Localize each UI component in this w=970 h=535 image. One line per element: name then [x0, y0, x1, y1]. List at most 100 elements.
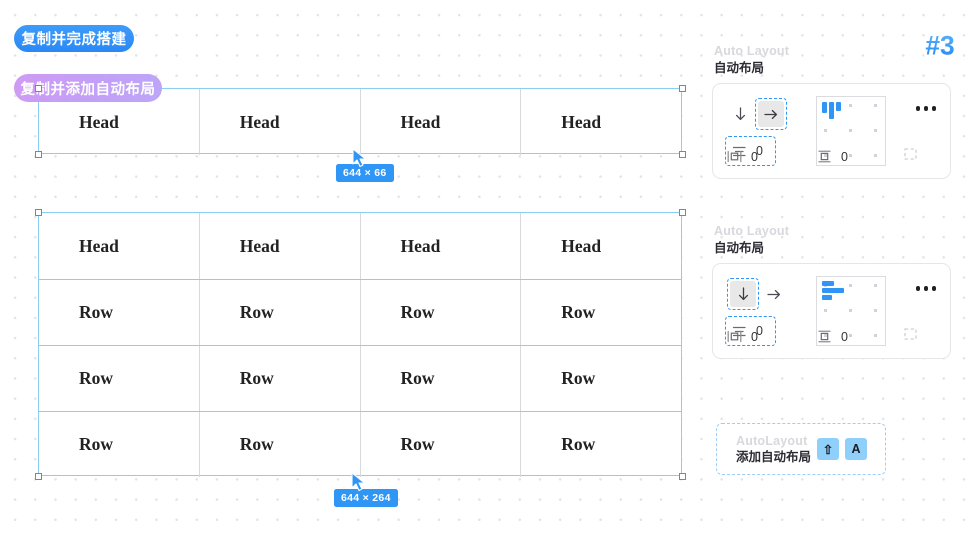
- cursor-pointer-icon: [352, 148, 367, 168]
- selection-handle-top-left[interactable]: [35, 209, 42, 216]
- add-auto-layout-card[interactable]: AutoLayout 添加自动布局 ⇧ A: [716, 423, 886, 475]
- direction-controls: [727, 278, 787, 310]
- direction-vertical-button[interactable]: [730, 281, 756, 307]
- direction-horizontal-button[interactable]: [758, 101, 784, 127]
- table-cell: Row: [198, 280, 360, 345]
- alignment-preview-bar: [822, 288, 844, 293]
- table-cell: Head: [79, 235, 119, 256]
- selection-handle-bottom-left[interactable]: [35, 151, 42, 158]
- table-cell: Row: [520, 280, 681, 345]
- table-cell: Row: [359, 280, 521, 345]
- alignment-preview-bar: [822, 295, 832, 300]
- direction-horizontal-selected-outline: [755, 98, 787, 130]
- more-horizontal-icon[interactable]: [915, 106, 936, 111]
- selection-handle-top-right[interactable]: [679, 85, 686, 92]
- padding-horizontal-icon: [727, 150, 742, 163]
- padding-horizontal-icon: [727, 330, 742, 343]
- shortcut-key-a[interactable]: A: [845, 438, 867, 460]
- auto-layout-card: 0 0 0: [712, 263, 951, 359]
- table-cell: Head: [359, 89, 521, 155]
- more-horizontal-icon[interactable]: [915, 286, 936, 291]
- padding-vertical-value: 0: [841, 149, 848, 164]
- table-cell: Row: [520, 346, 681, 411]
- inspector-panel: #3 #3 Auto Layout 自动布局 0 0 0 Auto Layout…: [712, 0, 970, 535]
- selection-handle-bottom-right[interactable]: [679, 151, 686, 158]
- shortcut-keys: ⇧ A: [817, 438, 867, 460]
- arrow-down-icon: [738, 287, 748, 301]
- alignment-dot[interactable]: [874, 284, 877, 287]
- padding-horizontal-field[interactable]: 0: [727, 330, 817, 344]
- padding-vertical-field[interactable]: 0: [817, 150, 903, 164]
- table-cell: Head: [359, 213, 521, 279]
- direction-vertical-selected-outline: [727, 278, 759, 310]
- table-cell: Head: [520, 89, 681, 155]
- section-auto-layout-horizontal: Auto Layout 自动布局 0 0 0: [712, 45, 952, 179]
- alignment-dot[interactable]: [874, 309, 877, 312]
- padding-vertical-value: 0: [841, 329, 848, 344]
- table-cell: Head: [198, 213, 360, 279]
- padding-horizontal-field[interactable]: 0: [727, 150, 817, 164]
- cursor-pointer-icon: [351, 472, 366, 492]
- add-auto-layout-labels: AutoLayout 添加自动布局: [736, 435, 811, 463]
- alignment-preview-bar: [836, 102, 841, 111]
- table-cell: Row: [79, 368, 114, 388]
- padding-vertical-icon: [818, 330, 831, 343]
- table-cell: Row: [359, 346, 521, 411]
- direction-controls: [727, 98, 787, 130]
- direction-horizontal-button[interactable]: [761, 281, 787, 307]
- section-auto-layout-vertical: Auto Layout 自动布局 0 0 0: [712, 225, 952, 359]
- table-row: Row Row Row Row: [39, 411, 681, 477]
- table-cell: Row: [198, 346, 360, 411]
- table-cell: Row: [520, 412, 681, 477]
- clip-content-icon: [904, 148, 917, 160]
- clip-content-icon: [904, 328, 917, 340]
- direction-vertical-button[interactable]: [727, 101, 753, 127]
- padding-vertical-field[interactable]: 0: [817, 330, 903, 344]
- auto-layout-card: 0 0 0: [712, 83, 951, 179]
- alignment-preview-bar: [829, 102, 834, 119]
- badge-copy-build: 复制并完成搭建: [14, 25, 134, 52]
- alignment-dot[interactable]: [849, 129, 852, 132]
- alignment-dot[interactable]: [849, 309, 852, 312]
- table-row: Row Row Row Row: [39, 279, 681, 345]
- add-auto-layout-title: 添加自动布局: [736, 449, 812, 464]
- table-cell: Row: [79, 302, 114, 322]
- table-cell: Head: [520, 213, 681, 279]
- section-title: 自动布局: [714, 240, 765, 255]
- padding-horizontal-value: 0: [751, 149, 758, 164]
- alignment-dot[interactable]: [874, 104, 877, 107]
- svg-text:#3: #3: [925, 31, 954, 61]
- padding-vertical-icon: [818, 150, 831, 163]
- step-number-badge: #3 #3: [923, 28, 958, 63]
- padding-controls: 0 0: [727, 327, 933, 346]
- alignment-dot[interactable]: [824, 309, 827, 312]
- table-full[interactable]: Head Head Head Head Row Row Row Row Row …: [38, 212, 682, 477]
- table-cell: Row: [359, 412, 521, 477]
- table-cell: Head: [198, 89, 360, 155]
- badge-copy-build-label: 复制并完成搭建: [21, 32, 127, 48]
- table-row: Head Head Head Head: [39, 213, 681, 279]
- shortcut-key-shift[interactable]: ⇧: [817, 438, 839, 460]
- clip-content-toggle[interactable]: [903, 327, 918, 346]
- add-auto-layout-ghost-title: AutoLayout: [736, 434, 808, 448]
- arrow-right-icon: [764, 109, 778, 119]
- padding-controls: 0 0: [727, 147, 933, 166]
- alignment-dot[interactable]: [824, 129, 827, 132]
- selection-handle-top-left[interactable]: [35, 85, 42, 92]
- padding-horizontal-value: 0: [751, 329, 758, 344]
- selection-handle-top-right[interactable]: [679, 209, 686, 216]
- alignment-dot[interactable]: [874, 129, 877, 132]
- arrow-down-icon: [735, 107, 745, 121]
- selection-handle-bottom-right[interactable]: [679, 473, 686, 480]
- selection-handle-bottom-left[interactable]: [35, 473, 42, 480]
- alignment-preview-bar: [822, 281, 834, 286]
- arrow-right-icon: [767, 289, 781, 299]
- alignment-dot[interactable]: [849, 104, 852, 107]
- alignment-preview-bar: [822, 102, 827, 113]
- table-row: Row Row Row Row: [39, 345, 681, 411]
- clip-content-toggle[interactable]: [903, 147, 918, 166]
- table-cell: Row: [79, 434, 114, 454]
- section-ghost-title: Auto Layout: [714, 224, 790, 238]
- alignment-dot[interactable]: [849, 284, 852, 287]
- table-cell: Row: [198, 412, 360, 477]
